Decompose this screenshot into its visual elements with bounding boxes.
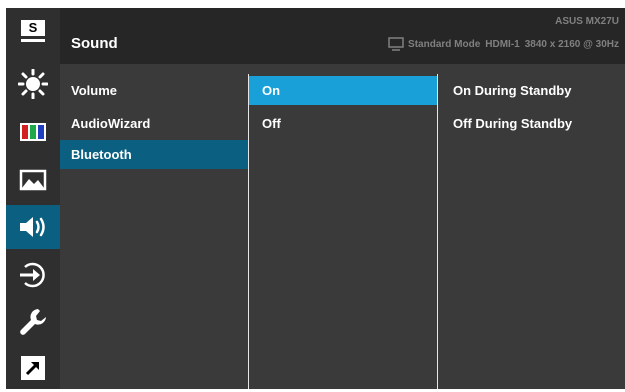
sidebar-item-brightness[interactable] bbox=[6, 62, 60, 106]
option-off-during-standby[interactable]: Off During Standby bbox=[438, 109, 625, 138]
mode-text: Standard Mode bbox=[408, 38, 481, 50]
sidebar-item-input[interactable] bbox=[6, 253, 60, 297]
option-off[interactable]: Off bbox=[249, 109, 437, 138]
status-bar: Standard Mode HDMI-1 3840 x 2160 @ 30Hz bbox=[388, 37, 619, 51]
sidebar-item-sound[interactable] bbox=[6, 205, 60, 249]
menu-item-volume[interactable]: Volume bbox=[60, 76, 248, 105]
resolution-text: 3840 x 2160 @ 30Hz bbox=[524, 38, 619, 50]
image-icon bbox=[19, 169, 47, 191]
input-select-icon bbox=[20, 262, 45, 288]
speaker-sound-icon bbox=[20, 217, 45, 237]
color-bars-icon bbox=[20, 123, 46, 141]
option-on[interactable]: On bbox=[249, 76, 437, 105]
input-text: HDMI-1 bbox=[485, 38, 520, 50]
option-on-during-standby[interactable]: On During Standby bbox=[438, 76, 625, 105]
sidebar-item-system[interactable] bbox=[6, 300, 60, 344]
page-title: Sound bbox=[71, 35, 118, 52]
header: Sound ASUS MX27U Standard Mode HDMI-1 38… bbox=[60, 8, 625, 64]
osd-window: S Sound ASUS MX27U Standard Mode HDMI-1 … bbox=[0, 0, 625, 392]
monitor-icon bbox=[388, 37, 404, 51]
model-name: ASUS MX27U bbox=[555, 16, 619, 27]
sidebar: S bbox=[6, 8, 60, 389]
main-panel: Sound ASUS MX27U Standard Mode HDMI-1 38… bbox=[60, 8, 625, 389]
splendid-s-icon: S bbox=[20, 19, 46, 45]
sidebar-item-color[interactable] bbox=[6, 110, 60, 154]
brightness-icon bbox=[18, 69, 48, 99]
menu-item-bluetooth[interactable]: Bluetooth bbox=[60, 140, 248, 169]
menu-item-audiowizard[interactable]: AudioWizard bbox=[60, 109, 248, 138]
shortcut-arrow-icon bbox=[21, 356, 45, 380]
sidebar-item-image[interactable] bbox=[6, 158, 60, 202]
sidebar-item-shortcut[interactable] bbox=[6, 346, 60, 390]
sidebar-item-splendid[interactable]: S bbox=[6, 10, 60, 54]
wrench-icon bbox=[20, 309, 46, 335]
